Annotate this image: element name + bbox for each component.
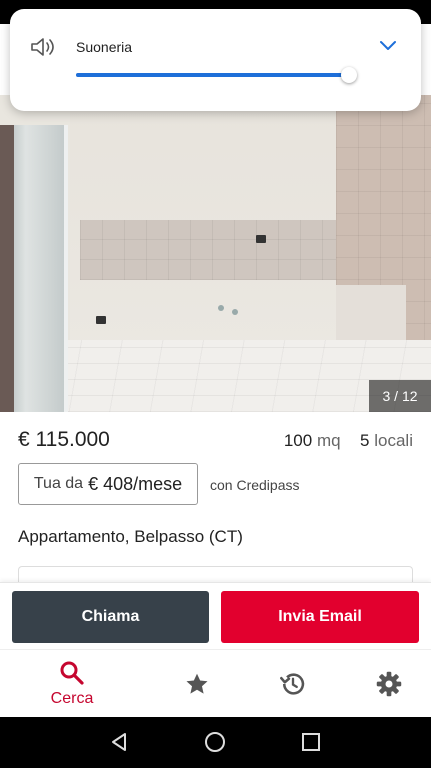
area-unit: mq (316, 431, 341, 450)
area-value: 100 (283, 431, 313, 450)
listing-price: € 115.000 (18, 428, 110, 451)
credipass-button[interactable]: Tua da € 408/mese (18, 463, 198, 505)
nav-item-settings[interactable] (369, 650, 409, 718)
gear-icon (376, 671, 402, 697)
nav-search-label: Cerca (50, 690, 94, 707)
volume-slider-fill (76, 73, 350, 77)
listing-photo[interactable] (0, 95, 431, 412)
recents-icon[interactable] (299, 730, 323, 754)
listing-location: Appartamento, Belpasso (CT) (18, 527, 243, 546)
listing-specs: 100 mq 5 locali (284, 431, 413, 451)
bottom-nav: Cerca (0, 649, 431, 717)
nav-item-search[interactable]: Cerca (32, 650, 112, 718)
credipass-note: con Credipass (210, 477, 300, 493)
credipass-amount: € 408/mese (88, 473, 183, 494)
call-button[interactable]: Chiama (12, 591, 209, 643)
nav-item-history[interactable] (273, 650, 313, 718)
system-nav-bar (0, 717, 431, 768)
rooms-value: 5 (360, 431, 370, 450)
contact-action-bar: Chiama Invia Email (0, 582, 431, 649)
speaker-icon[interactable] (30, 36, 56, 58)
volume-slider[interactable] (76, 67, 358, 83)
search-icon (60, 661, 84, 685)
back-icon[interactable] (108, 730, 132, 754)
nav-item-favorites[interactable] (177, 650, 217, 718)
rooms-unit: locali (374, 431, 413, 450)
send-email-button[interactable]: Invia Email (221, 591, 419, 643)
home-icon[interactable] (203, 730, 227, 754)
volume-slider-thumb[interactable] (341, 67, 358, 83)
volume-panel: Suoneria (10, 9, 421, 111)
star-icon (186, 673, 208, 694)
photo-counter: 3 / 12 (369, 380, 431, 412)
credipass-prefix: Tua da (33, 475, 84, 492)
volume-stream-label: Suoneria (76, 39, 133, 55)
chevron-down-icon[interactable] (378, 37, 398, 53)
history-icon (280, 673, 305, 695)
